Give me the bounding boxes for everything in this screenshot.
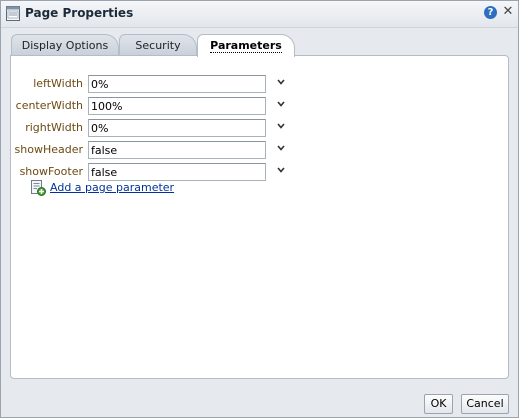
page-properties-dialog: Page Properties ? ✕ Display Options Secu… [0, 0, 519, 418]
tab-label: Parameters [210, 39, 282, 53]
parameter-label: showHeader [14, 143, 83, 156]
add-parameter-icon [31, 180, 46, 196]
showheader-input[interactable] [88, 141, 266, 159]
parameter-label: centerWidth [15, 99, 83, 112]
rightwidth-input[interactable] [88, 119, 266, 137]
page-properties-icon [6, 6, 20, 21]
chevron-down-icon[interactable] [276, 99, 286, 109]
parameter-row-showheader: showHeader [11, 141, 508, 159]
tab-security[interactable]: Security [119, 34, 197, 56]
tab-label: Display Options [21, 39, 109, 52]
parameter-row-rightwidth: rightWidth [11, 119, 508, 137]
chevron-down-icon[interactable] [276, 143, 286, 153]
ok-button[interactable]: OK [424, 394, 453, 414]
leftwidth-input[interactable] [88, 75, 266, 93]
parameter-row-showfooter: showFooter [11, 163, 508, 181]
add-parameter-link[interactable]: Add a page parameter [50, 181, 174, 194]
title-bar: Page Properties ? ✕ [1, 1, 518, 28]
tab-display-options[interactable]: Display Options [11, 34, 119, 56]
parameter-row-centerwidth: centerWidth [11, 97, 508, 115]
chevron-down-icon[interactable] [276, 121, 286, 131]
parameter-label: rightWidth [25, 121, 83, 134]
parameter-label: showFooter [19, 165, 83, 178]
close-icon[interactable]: ✕ [502, 5, 514, 19]
help-icon[interactable]: ? [484, 6, 497, 19]
centerwidth-input[interactable] [88, 97, 266, 115]
tab-parameters[interactable]: Parameters [197, 34, 295, 57]
showfooter-input[interactable] [88, 163, 266, 181]
tab-label: Security [135, 39, 181, 52]
cancel-button[interactable]: Cancel [461, 394, 509, 414]
parameters-panel: leftWidth centerWidth rightWidth showHea… [10, 55, 509, 379]
dialog-title: Page Properties [25, 6, 134, 20]
parameter-row-leftwidth: leftWidth [11, 75, 508, 93]
chevron-down-icon[interactable] [276, 165, 286, 175]
chevron-down-icon[interactable] [276, 77, 286, 87]
tab-bar: Display Options Security Parameters [11, 34, 508, 57]
parameter-label: leftWidth [33, 77, 83, 90]
